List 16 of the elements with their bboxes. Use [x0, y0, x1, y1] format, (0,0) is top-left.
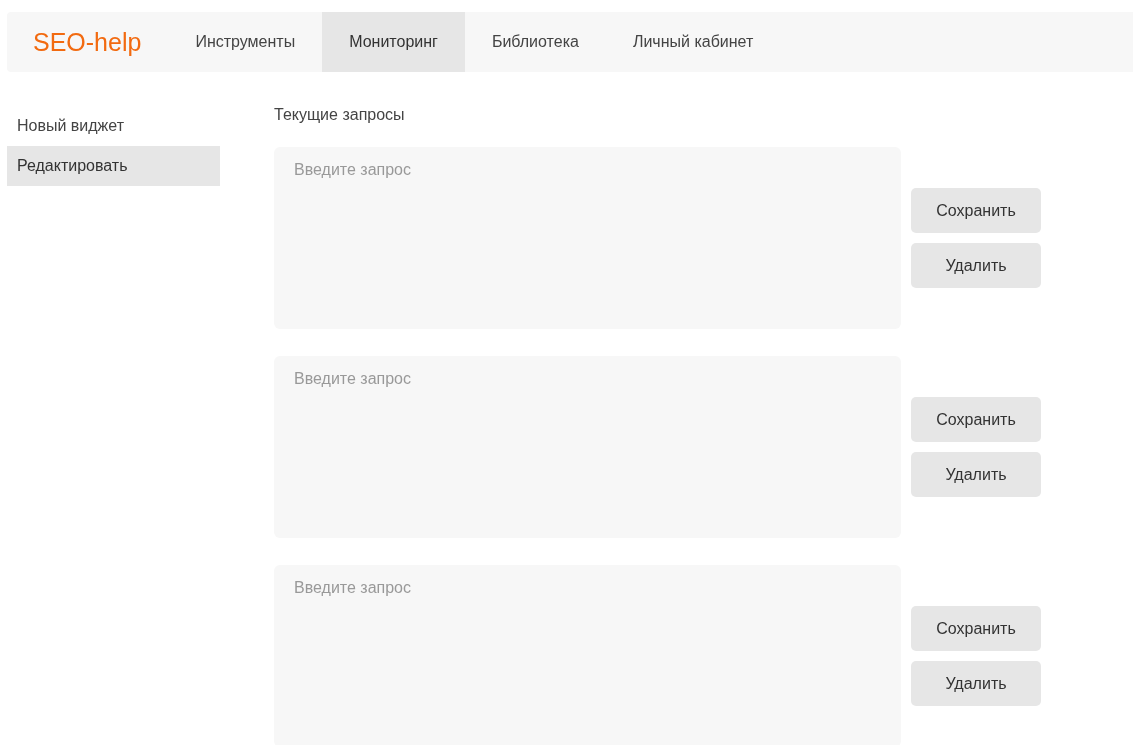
nav-tab[interactable]: Мониторинг — [322, 12, 465, 72]
sidebar-item[interactable]: Редактировать — [7, 146, 220, 186]
save-button[interactable]: Сохранить — [911, 188, 1041, 233]
query-field[interactable]: Введите запрос — [274, 356, 901, 538]
query-field[interactable]: Введите запрос — [274, 147, 901, 329]
nav-tab[interactable]: Инструменты — [168, 12, 323, 72]
query-field[interactable]: Введите запрос — [274, 565, 901, 745]
nav-tab[interactable]: Библиотека — [464, 12, 606, 72]
nav-tab[interactable]: Личный кабинет — [605, 12, 781, 72]
delete-button[interactable]: Удалить — [911, 452, 1041, 497]
save-button[interactable]: Сохранить — [911, 397, 1041, 442]
section-title: Текущие запросы — [274, 106, 406, 124]
sidebar-item[interactable]: Новый виджет — [7, 106, 220, 146]
delete-button[interactable]: Удалить — [911, 243, 1041, 288]
save-button[interactable]: Сохранить — [911, 606, 1041, 651]
delete-button[interactable]: Удалить — [911, 661, 1041, 706]
